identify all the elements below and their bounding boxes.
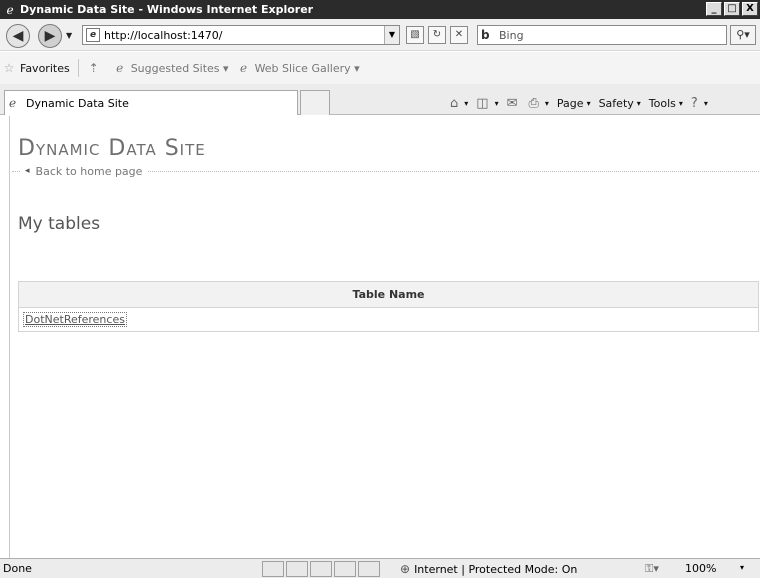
home-button[interactable]: ⌂ ▾ bbox=[450, 96, 468, 111]
web-slice-gallery-link[interactable]: ℯ Web Slice Gallery ▾ bbox=[237, 61, 360, 75]
back-button[interactable]: ◀ bbox=[6, 24, 30, 48]
chevron-down-icon: ▾ bbox=[494, 98, 499, 108]
feeds-button[interactable]: ◫ ▾ bbox=[476, 96, 498, 111]
page-content: Dynamic Data Site ◂ Back to home page My… bbox=[9, 116, 760, 558]
ie-page-icon: ℯ bbox=[116, 61, 124, 75]
window-title: Dynamic Data Site - Windows Internet Exp… bbox=[20, 3, 314, 16]
ie-page-icon: ℯ bbox=[240, 61, 248, 75]
page-menu[interactable]: Page ▾ bbox=[557, 97, 591, 110]
back-to-home-link[interactable]: Back to home page bbox=[36, 165, 143, 178]
status-text: Done bbox=[3, 562, 32, 575]
tab-label: Dynamic Data Site bbox=[26, 96, 129, 110]
table-link-dotnetreferences[interactable]: DotNetReferences bbox=[23, 312, 127, 327]
print-icon: ⎙ bbox=[528, 95, 539, 111]
favorites-button[interactable]: ☆ Favorites bbox=[2, 61, 70, 75]
section-title: My tables bbox=[18, 214, 101, 234]
chevron-down-icon: ▾ bbox=[703, 98, 708, 108]
title-bar: ℯ Dynamic Data Site - Windows Internet E… bbox=[0, 0, 760, 19]
chevron-left-icon: ◂ bbox=[25, 166, 30, 176]
chevron-down-icon: ▾ bbox=[636, 98, 641, 108]
mail-icon: ✉ bbox=[506, 95, 518, 111]
tables-grid: Table Name DotNetReferences bbox=[18, 281, 759, 332]
table-cell: DotNetReferences bbox=[19, 308, 759, 332]
print-button[interactable]: ⎙ ▾ bbox=[529, 96, 549, 111]
web-slice-gallery-label: Web Slice Gallery ▾ bbox=[254, 61, 360, 75]
ie-logo-icon: ℯ bbox=[6, 2, 14, 17]
search-input[interactable]: Bing bbox=[499, 29, 524, 42]
status-bar: Done ⊕ Internet | Protected Mode: On ⚿▾ … bbox=[0, 558, 760, 578]
page-menu-label: Page bbox=[556, 96, 584, 110]
forward-arrow-icon: ▶ bbox=[44, 28, 56, 44]
chevron-down-icon[interactable]: ▾ bbox=[740, 563, 744, 572]
new-tab-button[interactable] bbox=[300, 90, 330, 115]
tab-row: ℯ Dynamic Data Site ⌂ ▾ ◫ ▾ ✉ ⎙ ▾ Page ▾ Saf… bbox=[0, 84, 760, 115]
forward-button[interactable]: ▶ bbox=[38, 24, 62, 48]
zone-label: Internet | Protected Mode: On bbox=[414, 562, 578, 576]
mail-button[interactable]: ✉ bbox=[507, 96, 521, 111]
favorites-label: Favorites bbox=[20, 61, 70, 75]
address-toolbar: ◀ ▶ ▼ e http://localhost:1470/ ▼ ▧ ↻ ✕ b… bbox=[0, 19, 760, 51]
address-bar[interactable]: e http://localhost:1470/ ▼ bbox=[82, 25, 400, 45]
table-row: DotNetReferences bbox=[19, 308, 759, 332]
minimize-button[interactable]: _ bbox=[706, 2, 722, 16]
home-icon: ⌂ bbox=[450, 95, 459, 111]
globe-icon: ⊕ bbox=[400, 562, 411, 576]
site-title: Dynamic Data Site bbox=[18, 136, 206, 161]
back-row: ◂ Back to home page bbox=[12, 164, 760, 178]
search-button[interactable]: ⚲▾ bbox=[730, 25, 756, 45]
star-icon: ☆ bbox=[3, 61, 15, 75]
refresh-icon[interactable]: ↻ bbox=[428, 26, 446, 44]
search-box[interactable]: b Bing bbox=[477, 25, 727, 45]
compatibility-view-icon[interactable]: ▧ bbox=[406, 26, 424, 44]
add-to-favorites-bar-button[interactable]: ⇡ bbox=[87, 61, 105, 75]
url-input[interactable]: http://localhost:1470/ bbox=[104, 29, 384, 42]
chevron-down-icon: ▾ bbox=[678, 98, 683, 108]
command-bar: ⌂ ▾ ◫ ▾ ✉ ⎙ ▾ Page ▾ Safety ▾ Tools ▾ ? ▾ bbox=[450, 94, 716, 112]
status-panel bbox=[334, 561, 356, 577]
suggested-sites-label: Suggested Sites ▾ bbox=[130, 61, 229, 75]
back-arrow-icon: ◀ bbox=[12, 28, 24, 44]
maximize-button[interactable]: □ bbox=[724, 2, 740, 16]
divider bbox=[12, 170, 20, 172]
security-zone[interactable]: ⊕ Internet | Protected Mode: On bbox=[400, 562, 577, 576]
help-button[interactable]: ? ▾ bbox=[691, 96, 708, 111]
chevron-down-icon: ▾ bbox=[544, 98, 549, 108]
help-icon: ? bbox=[690, 95, 698, 111]
recent-pages-dropdown-icon[interactable]: ▼ bbox=[66, 31, 72, 40]
status-panel bbox=[310, 561, 332, 577]
divider bbox=[77, 59, 79, 77]
column-header-table-name[interactable]: Table Name bbox=[18, 281, 759, 308]
suggested-sites-link[interactable]: ℯ Suggested Sites ▾ bbox=[113, 61, 229, 75]
divider bbox=[148, 170, 760, 172]
close-button[interactable]: X bbox=[742, 2, 758, 16]
address-dropdown-icon[interactable]: ▼ bbox=[384, 26, 399, 44]
protected-mode-icon[interactable]: ⚿▾ bbox=[645, 562, 659, 576]
ie-page-icon: e bbox=[86, 28, 100, 42]
safety-menu-label: Safety bbox=[598, 96, 634, 110]
chevron-down-icon: ▾ bbox=[464, 98, 469, 108]
ie-page-icon: ℯ bbox=[9, 96, 17, 110]
bing-icon: b bbox=[481, 28, 490, 42]
rss-icon: ◫ bbox=[476, 95, 489, 111]
status-panel bbox=[262, 561, 284, 577]
favorites-bar: ☆ Favorites ⇡ ℯ Suggested Sites ▾ ℯ Web … bbox=[0, 52, 760, 84]
tab-dynamic-data-site[interactable]: ℯ Dynamic Data Site bbox=[4, 90, 298, 115]
tools-menu-label: Tools bbox=[648, 96, 676, 110]
tools-menu[interactable]: Tools ▾ bbox=[649, 97, 683, 110]
add-favorite-icon: ⇡ bbox=[88, 61, 99, 75]
status-panel bbox=[358, 561, 380, 577]
zoom-level[interactable]: 100% bbox=[685, 562, 716, 575]
status-panel bbox=[286, 561, 308, 577]
stop-icon[interactable]: ✕ bbox=[450, 26, 468, 44]
chevron-down-icon: ▾ bbox=[586, 98, 591, 108]
safety-menu[interactable]: Safety ▾ bbox=[599, 97, 641, 110]
